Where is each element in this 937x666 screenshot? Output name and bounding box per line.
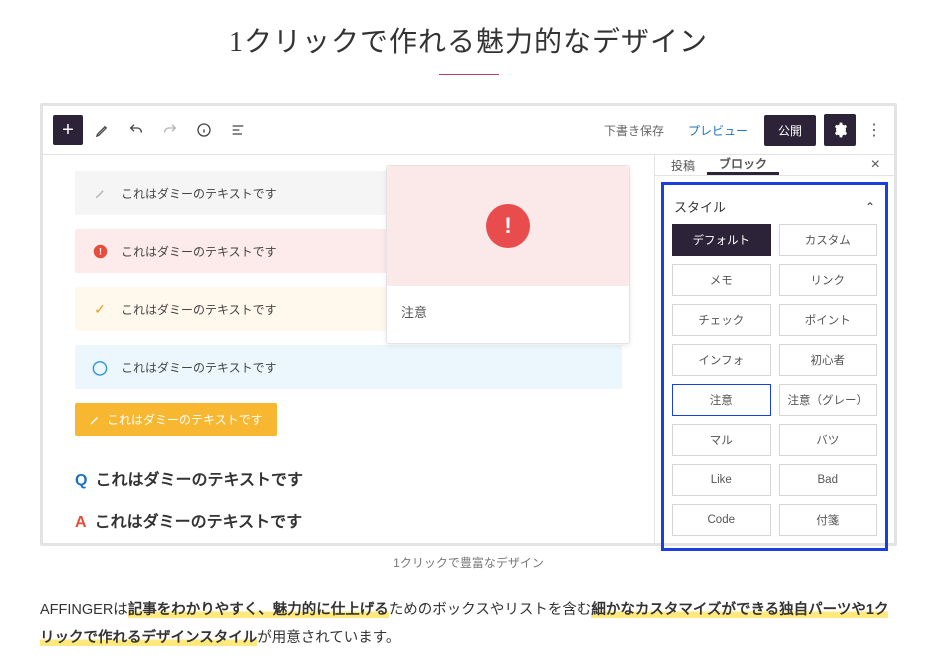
style-option-check[interactable]: チェック [672, 304, 771, 336]
more-menu-icon[interactable]: ⋮ [864, 120, 884, 140]
circle-icon: ◯ [89, 359, 111, 376]
pencil-icon [89, 187, 111, 200]
desc-mid: ためのボックスやリストを含む [389, 602, 592, 618]
publish-button[interactable]: 公開 [764, 115, 816, 146]
style-option-like[interactable]: Like [672, 464, 771, 496]
editor-toolbar: + 下書き保存 プレビュー 公開 ⋮ [43, 106, 894, 155]
inspector-sidebar: 投稿 ブロック × スタイル ⌃ デフォルト カスタム メモ リンク チェック … [654, 155, 894, 543]
demo-text: これはダミーのテキストです [121, 243, 277, 260]
style-panel-header[interactable]: スタイル ⌃ [672, 191, 877, 224]
edit-icon[interactable] [87, 115, 117, 145]
outline-icon[interactable] [223, 115, 253, 145]
save-draft-button[interactable]: 下書き保存 [596, 116, 672, 145]
style-option-link[interactable]: リンク [779, 264, 878, 296]
figure-caption: 1クリックで豊富なデザイン [40, 554, 897, 571]
style-option-point[interactable]: ポイント [779, 304, 878, 336]
style-option-fusen[interactable]: 付箋 [779, 504, 878, 536]
style-panel: スタイル ⌃ デフォルト カスタム メモ リンク チェック ポイント インフォ … [661, 182, 888, 551]
chevron-up-icon: ⌃ [865, 200, 875, 214]
style-option-memo[interactable]: メモ [672, 264, 771, 296]
demo-text: これはダミーのテキストです [121, 185, 277, 202]
demo-text: これはダミーのテキストです [95, 472, 303, 489]
sidebar-tabs: 投稿 ブロック × [655, 155, 894, 176]
add-block-button[interactable]: + [53, 115, 83, 145]
a-label: A [75, 514, 87, 531]
info-icon[interactable] [189, 115, 219, 145]
popover-label: 注意 [387, 286, 629, 343]
demo-text: これはダミーのテキストです [121, 359, 277, 376]
heading-underline [439, 74, 499, 75]
description-paragraph: AFFINGERは記事をわかりやすく、魅力的に仕上げるためのボックスやリストを含… [40, 597, 897, 652]
style-option-bad[interactable]: Bad [779, 464, 878, 496]
q-label: Q [75, 472, 87, 489]
alert-icon: ! [486, 204, 530, 248]
check-icon: ✓ [89, 301, 111, 318]
popover-preview: ! [387, 166, 629, 286]
desc-highlight-1: 記事をわかりやすく、魅力的に仕上げる [128, 602, 389, 618]
desc-lead: AFFINGERは [40, 602, 128, 618]
style-option-caution-gray[interactable]: 注意（グレー） [779, 384, 878, 416]
close-sidebar-icon[interactable]: × [861, 156, 890, 174]
preview-button[interactable]: プレビュー [680, 116, 756, 145]
svg-text:!: ! [99, 246, 102, 256]
settings-gear-icon[interactable] [824, 114, 856, 146]
style-option-caution[interactable]: 注意 [672, 384, 771, 416]
style-option-default[interactable]: デフォルト [672, 224, 771, 256]
style-grid: デフォルト カスタム メモ リンク チェック ポイント インフォ 初心者 注意 … [672, 224, 877, 536]
editor-screenshot: + 下書き保存 プレビュー 公開 ⋮ これはダミーのテキストです ! これはダミ… [40, 103, 897, 546]
demo-row-circle[interactable]: ◯ これはダミーのテキストです [75, 345, 622, 389]
demo-text: これはダミーのテキストです [107, 411, 263, 428]
style-option-custom[interactable]: カスタム [779, 224, 878, 256]
page-heading: 1クリックで作れる魅力的なデザイン [40, 20, 897, 60]
demo-text: これはダミーのテキストです [121, 301, 277, 318]
demo-text: これはダミーのテキストです [95, 514, 303, 531]
style-option-batsu[interactable]: バツ [779, 424, 878, 456]
style-option-info[interactable]: インフォ [672, 344, 771, 376]
style-title: スタイル [674, 197, 726, 216]
demo-row-tag[interactable]: これはダミーのテキストです [75, 403, 277, 436]
editor-canvas: これはダミーのテキストです ! これはダミーのテキストです ✓ これはダミーのテ… [43, 155, 654, 543]
undo-icon[interactable] [121, 115, 151, 145]
demo-row-answer[interactable]: A これはダミーのテキストです [75, 508, 622, 532]
style-option-maru[interactable]: マル [672, 424, 771, 456]
style-preview-popover: ! 注意 [386, 165, 630, 344]
pencil-icon [89, 414, 101, 426]
alert-circle-icon: ! [89, 244, 111, 259]
demo-row-question[interactable]: Q これはダミーのテキストです [75, 466, 622, 490]
style-option-beginner[interactable]: 初心者 [779, 344, 878, 376]
redo-icon[interactable] [155, 115, 185, 145]
style-option-code[interactable]: Code [672, 504, 771, 536]
tab-post[interactable]: 投稿 [659, 155, 707, 175]
tab-block[interactable]: ブロック [707, 155, 779, 175]
desc-tail: が用意されています。 [257, 630, 400, 646]
